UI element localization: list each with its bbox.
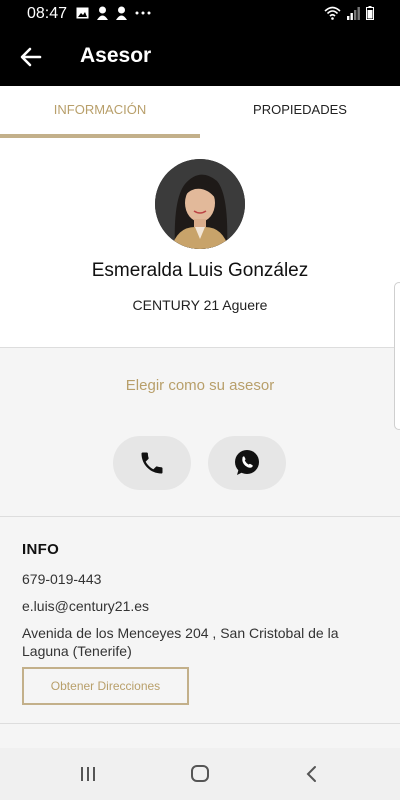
arrow-left-icon [20,47,42,67]
agent-info-section: INFO 679-019-443 e.luis@century21.es Ave… [0,517,400,724]
battery-icon [366,6,374,20]
recents-icon [81,767,95,781]
image-icon [76,7,89,19]
status-left-icons [76,6,151,20]
user-icon [97,6,108,20]
edge-panel-handle[interactable] [394,282,400,430]
call-button[interactable] [113,436,191,490]
info-email[interactable]: e.luis@century21.es [22,598,149,614]
page-title: Asesor [80,44,152,67]
home-button[interactable] [187,762,213,786]
recents-button[interactable] [75,762,101,786]
whatsapp-button[interactable] [208,436,286,490]
system-nav-bar [0,748,400,800]
choose-advisor-button[interactable]: Elegir como su asesor [0,377,400,394]
avatar [155,159,245,249]
status-right-icons [324,6,374,20]
chevron-left-icon [306,766,316,782]
user-icon [116,6,127,20]
agent-office: CENTURY 21 Aguere [132,297,268,313]
info-heading: INFO [22,541,60,558]
back-button[interactable] [18,44,44,70]
phone-icon [141,452,163,474]
info-phone[interactable]: 679-019-443 [22,571,101,587]
wifi-icon [324,6,341,20]
agent-name: Esmeralda Luis González [91,260,309,281]
system-back-button[interactable] [299,762,325,786]
app-bar: Asesor [0,28,400,86]
more-icon [135,11,151,15]
home-icon [191,765,209,782]
status-time: 08:47 [27,5,68,22]
get-directions-button[interactable]: Obtener Direcciones [22,667,189,705]
agent-profile: Esmeralda Luis González CENTURY 21 Aguer… [0,138,400,348]
whatsapp-icon [235,450,259,475]
tab-propiedades[interactable]: PROPIEDADES [200,86,400,138]
agent-actions: Elegir como su asesor [0,349,400,517]
tab-informacion[interactable]: INFORMACIÓN [0,86,200,138]
status-bar: 08:47 [0,0,400,28]
avatar-photo [155,159,245,249]
signal-icon [347,6,360,20]
info-address: Avenida de los Menceyes 204 , San Cristo… [22,625,339,659]
tab-bar: INFORMACIÓN PROPIEDADES [0,86,400,138]
